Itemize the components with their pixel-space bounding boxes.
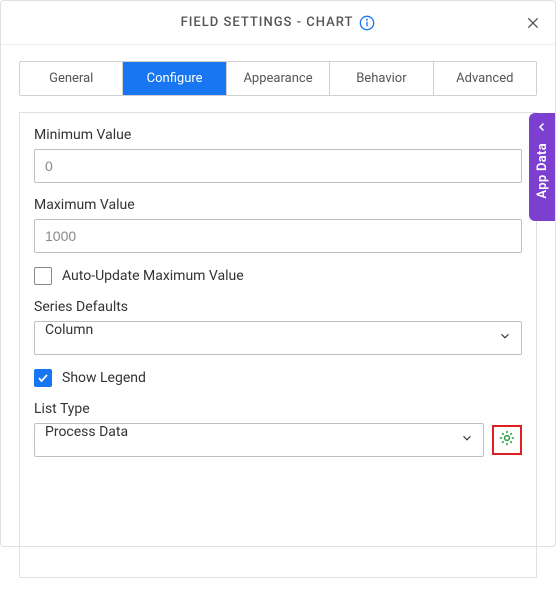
series-defaults-label: Series Defaults — [34, 299, 522, 315]
auto-update-label: Auto-Update Maximum Value — [62, 268, 244, 284]
tab-configure[interactable]: Configure — [123, 62, 226, 95]
app-data-label: App Data — [535, 143, 550, 199]
tab-advanced[interactable]: Advanced — [434, 62, 536, 95]
minimum-value-input[interactable] — [34, 149, 522, 183]
gear-icon — [498, 429, 516, 451]
close-button[interactable] — [521, 11, 545, 35]
tab-behavior[interactable]: Behavior — [330, 62, 433, 95]
auto-update-checkbox[interactable] — [34, 267, 52, 285]
show-legend-checkbox[interactable] — [34, 369, 52, 387]
chevron-left-icon — [536, 121, 548, 137]
maximum-value-input[interactable] — [34, 219, 522, 253]
series-defaults-select[interactable]: Column — [34, 321, 522, 355]
list-type-select[interactable]: Process Data — [34, 423, 484, 457]
tab-bar: General Configure Appearance Behavior Ad… — [19, 61, 537, 96]
info-icon[interactable] — [359, 15, 375, 31]
dialog-title: FIELD SETTINGS - CHART — [181, 15, 354, 30]
show-legend-label: Show Legend — [62, 370, 146, 386]
form-area: Minimum Value Maximum Value Auto-Update … — [19, 112, 537, 578]
app-data-panel-toggle[interactable]: App Data — [529, 113, 555, 221]
tab-appearance[interactable]: Appearance — [227, 62, 330, 95]
maximum-value-label: Maximum Value — [34, 197, 522, 213]
list-type-settings-button[interactable] — [492, 425, 522, 455]
minimum-value-label: Minimum Value — [34, 127, 522, 143]
dialog-header: FIELD SETTINGS - CHART — [1, 1, 555, 45]
tab-general[interactable]: General — [20, 62, 123, 95]
list-type-label: List Type — [34, 401, 522, 417]
